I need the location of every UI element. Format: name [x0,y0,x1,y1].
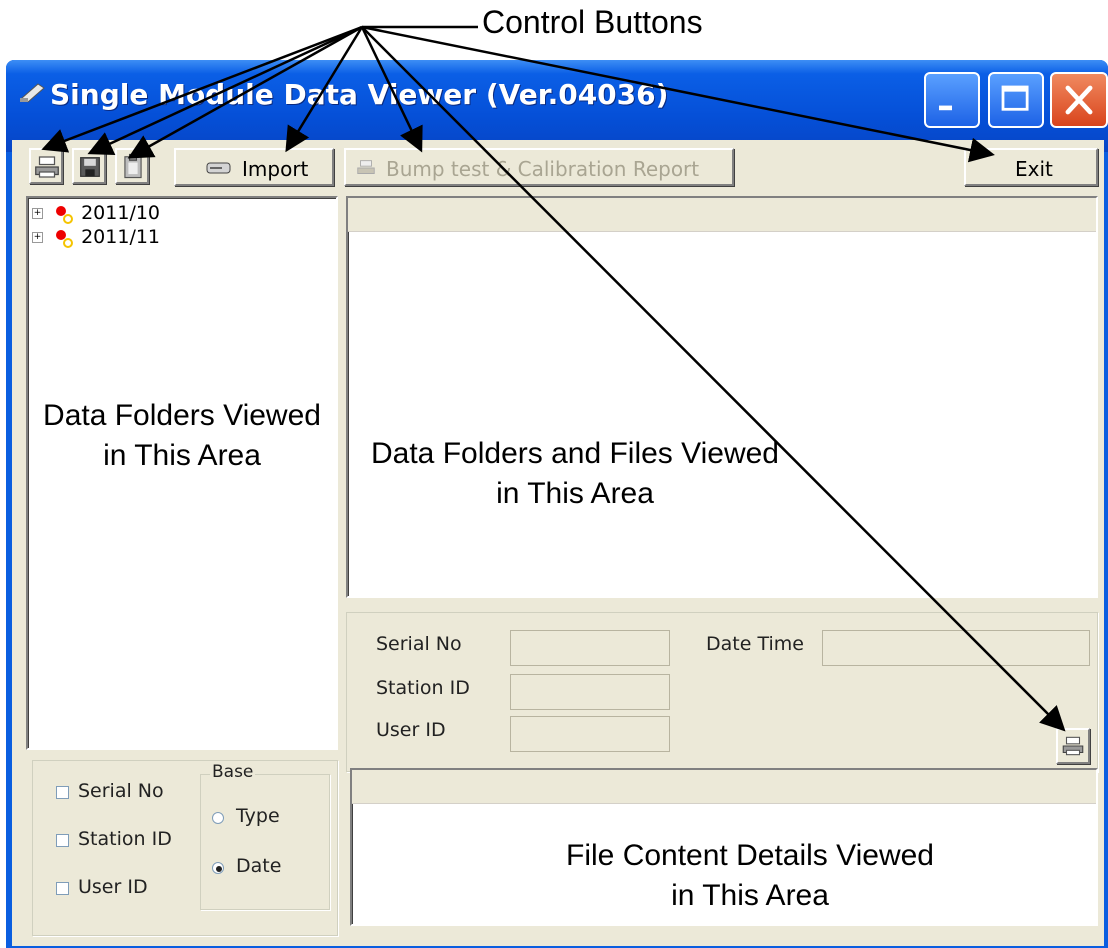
user-id-label: User ID [376,719,446,741]
import-button[interactable]: Import [174,148,334,186]
minimize-icon [939,105,952,111]
serial-no-field[interactable] [510,630,670,666]
report-label: Bump test & Calibration Report [386,157,700,181]
folders-area-note: Data Folders Viewed in This Area [43,399,321,472]
clipboard-icon [124,153,142,179]
file-content-header [352,770,1096,804]
file-list-panel[interactable] [346,196,1098,598]
expand-icon[interactable]: + [32,232,43,243]
import-label: Import [242,157,309,181]
date-radio[interactable] [212,862,224,874]
base-group-title: Base [210,762,256,782]
folder-status-icon [56,229,74,248]
print-details-button[interactable] [1056,728,1090,764]
bump-test-calibration-report-button[interactable]: Bump test & Calibration Report [344,148,734,186]
maximize-icon [1001,85,1029,111]
app-icon [20,83,45,103]
station-id-field[interactable] [510,674,670,710]
tree-item[interactable]: + 2011/11 [32,226,160,248]
serial-no-filter-label: Serial No [78,780,164,802]
user-id-checkbox[interactable] [56,882,69,895]
serial-no-checkbox[interactable] [56,786,69,799]
floppy-disk-icon [80,157,100,177]
tree-item[interactable]: + 2011/10 [32,202,160,224]
printer-icon [35,156,59,178]
base-group [200,774,330,910]
print-button[interactable] [29,148,63,184]
station-id-filter-label: Station ID [78,828,172,850]
tree-item-label: 2011/11 [81,226,161,248]
station-id-label: Station ID [376,677,470,699]
control-buttons-callout: Control Buttons [482,4,703,40]
drive-icon [206,162,231,174]
printer-icon [357,160,375,174]
close-button[interactable] [1050,72,1108,128]
save-button[interactable] [72,148,106,184]
window-title: Single Module Data Viewer (Ver.04036) [50,78,669,111]
date-time-label: Date Time [706,633,804,655]
type-radio[interactable] [212,812,224,824]
exit-label: Exit [1015,157,1053,181]
file-list-header [348,198,1096,232]
exit-button[interactable]: Exit [964,148,1098,186]
folder-status-icon [56,205,74,224]
user-id-filter-label: User ID [78,876,148,898]
station-id-checkbox[interactable] [56,834,69,847]
close-icon [1065,85,1093,115]
details-area-note: File Content Details Viewed in This Area [566,839,934,912]
serial-no-label: Serial No [376,633,462,655]
maximize-button[interactable] [988,72,1044,128]
tree-item-label: 2011/10 [81,202,161,224]
minimize-button[interactable] [924,72,980,128]
user-id-field[interactable] [510,716,670,752]
date-radio-label: Date [236,855,282,877]
clipboard-button[interactable] [115,148,149,184]
expand-icon[interactable]: + [32,208,43,219]
radio-selected-dot [216,866,222,872]
type-radio-label: Type [236,805,280,827]
date-time-field[interactable] [822,630,1090,666]
files-area-note: Data Folders and Files Viewed in This Ar… [371,437,779,510]
printer-icon [1062,736,1084,756]
